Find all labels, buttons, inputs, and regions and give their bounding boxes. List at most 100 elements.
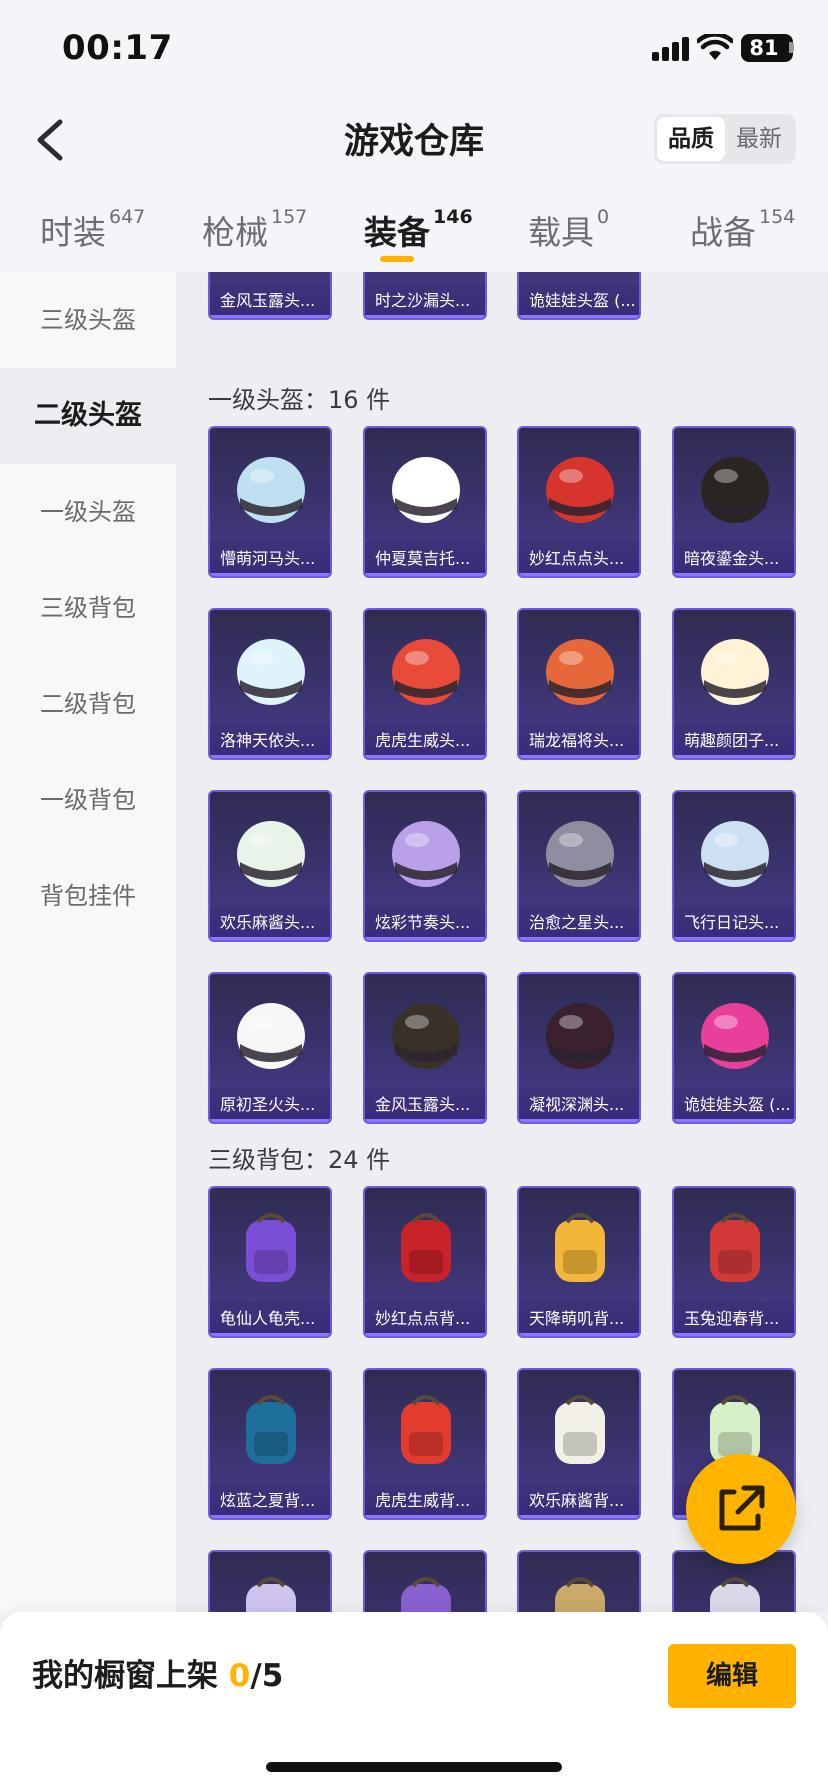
item-card[interactable]: 金风玉露头... [363, 972, 487, 1124]
quality-bar [210, 1333, 330, 1336]
item-card[interactable]: 时之沙漏头... [363, 272, 487, 320]
quality-bar [210, 573, 330, 576]
item-card[interactable]: 原初圣火头... [208, 972, 332, 1124]
quality-bar [210, 1119, 330, 1122]
sidebar-item-backpack-charm[interactable]: 背包挂件 [0, 848, 176, 944]
item-card[interactable]: 天降萌叽背... [517, 1186, 641, 1338]
helmet-image [692, 810, 778, 898]
quality-bar [674, 937, 794, 940]
item-card[interactable]: 懵萌河马头... [208, 426, 332, 578]
item-card[interactable]: 妙红点点头... [517, 426, 641, 578]
sort-option-quality[interactable]: 品质 [657, 117, 725, 161]
sidebar-item-lvl3-backpack[interactable]: 三级背包 [0, 560, 176, 656]
quality-bar [519, 315, 639, 318]
item-card[interactable]: 萌趣颜团子... [672, 608, 796, 760]
sidebar-item-lvl2-backpack[interactable]: 二级背包 [0, 656, 176, 752]
status-bar: 00:17 81 [0, 0, 828, 96]
item-card[interactable] [363, 1550, 487, 1612]
item-name: 欢乐麻酱头... [210, 906, 330, 940]
sidebar-item-lvl1-helmet[interactable]: 一级头盔 [0, 464, 176, 560]
quality-bar [365, 755, 485, 758]
sort-toggle: 品质 最新 [654, 114, 796, 164]
chevron-left-icon [37, 119, 63, 161]
item-card[interactable]: 凝视深渊头... [517, 972, 641, 1124]
backpack-image [537, 1388, 623, 1476]
quality-bar [365, 937, 485, 940]
tab-label: 枪械 [202, 213, 268, 252]
item-card[interactable] [517, 1550, 641, 1612]
item-card[interactable]: 玉兔迎春背... [672, 1186, 796, 1338]
item-name: 萌趣颜团子... [674, 724, 794, 758]
edit-button[interactable]: 编辑 [668, 1644, 796, 1708]
helmet-image [228, 992, 314, 1080]
item-card[interactable]: 虎虎生威背... [363, 1368, 487, 1520]
item-name: 虎虎生威头... [365, 724, 485, 758]
item-card[interactable]: 炫彩节奏头... [363, 790, 487, 942]
item-name: 时之沙漏头... [365, 284, 485, 318]
tab-combat-supplies[interactable]: 战备 154 [690, 206, 795, 256]
share-button[interactable] [686, 1454, 796, 1564]
tab-label: 装备 [364, 213, 430, 252]
item-card[interactable]: 仲夏莫吉托... [363, 426, 487, 578]
item-card[interactable]: 龟仙人龟壳... [208, 1186, 332, 1338]
quality-bar [674, 1333, 794, 1336]
quality-bar [365, 573, 485, 576]
item-card[interactable] [208, 1550, 332, 1612]
item-card[interactable]: 治愈之星头... [517, 790, 641, 942]
helmet-image [383, 628, 469, 716]
tab-label: 时装 [40, 213, 106, 252]
tab-fashion[interactable]: 时装 647 [40, 206, 145, 256]
cellular-signal-icon [652, 37, 690, 61]
section-title-lvl3-backpack: 三级背包：24 件 [208, 1146, 391, 1174]
helmet-image [228, 628, 314, 716]
item-card[interactable]: 妙红点点背... [363, 1186, 487, 1338]
item-name: 凝视深渊头... [519, 1088, 639, 1122]
sidebar-item-lvl3-helmet[interactable]: 三级头盔 [0, 272, 176, 368]
home-indicator [266, 1762, 562, 1772]
tab-label: 载具 [528, 213, 594, 252]
helmet-image [692, 446, 778, 534]
item-card[interactable]: 欢乐麻酱背... [517, 1368, 641, 1520]
sort-option-newest[interactable]: 最新 [725, 117, 793, 161]
tab-firearms[interactable]: 枪械 157 [202, 206, 307, 256]
helmet-image [228, 446, 314, 534]
item-card[interactable]: 金风玉露头... [208, 272, 332, 320]
tab-vehicles[interactable]: 载具 0 [528, 206, 609, 256]
item-name: 洛神天依头... [210, 724, 330, 758]
item-name: 妙红点点头... [519, 542, 639, 576]
quality-bar [519, 1119, 639, 1122]
backpack-image [383, 1388, 469, 1476]
item-card[interactable]: 虎虎生威头... [363, 608, 487, 760]
sidebar-item-lvl2-helmet[interactable]: 二级头盔 [0, 368, 176, 464]
tab-equipment[interactable]: 装备 146 [364, 206, 473, 256]
back-button[interactable] [28, 110, 78, 170]
sidebar-item-lvl1-backpack[interactable]: 一级背包 [0, 752, 176, 848]
item-name: 诡娃娃头盔 (... [674, 1088, 794, 1122]
item-card[interactable]: 暗夜鎏金头... [672, 426, 796, 578]
item-card[interactable]: 洛神天依头... [208, 608, 332, 760]
battery-icon: 81 [741, 34, 793, 62]
item-name: 金风玉露头... [365, 1088, 485, 1122]
battery-tip [789, 42, 794, 53]
tab-count: 146 [433, 206, 473, 228]
showcase-count: 0 [228, 1658, 251, 1694]
battery-level: 81 [749, 36, 779, 60]
quality-bar [365, 1333, 485, 1336]
item-card[interactable]: 瑞龙福将头... [517, 608, 641, 760]
item-card[interactable]: 炫蓝之夏背... [208, 1368, 332, 1520]
item-card[interactable]: 飞行日记头... [672, 790, 796, 942]
item-name: 玉兔迎春背... [674, 1302, 794, 1336]
backpack-image [228, 1206, 314, 1294]
item-name: 懵萌河马头... [210, 542, 330, 576]
quality-bar [519, 937, 639, 940]
helmet-image [537, 446, 623, 534]
item-card[interactable]: 欢乐麻酱头... [208, 790, 332, 942]
item-name: 欢乐麻酱背... [519, 1484, 639, 1518]
item-card[interactable]: 诡娃娃头盔 (... [672, 972, 796, 1124]
item-card[interactable]: 诡娃娃头盔 (... [517, 272, 641, 320]
helmet-image [537, 992, 623, 1080]
helmet-image [228, 810, 314, 898]
quality-bar [210, 937, 330, 940]
backpack-image [383, 1206, 469, 1294]
quality-bar [365, 1119, 485, 1122]
